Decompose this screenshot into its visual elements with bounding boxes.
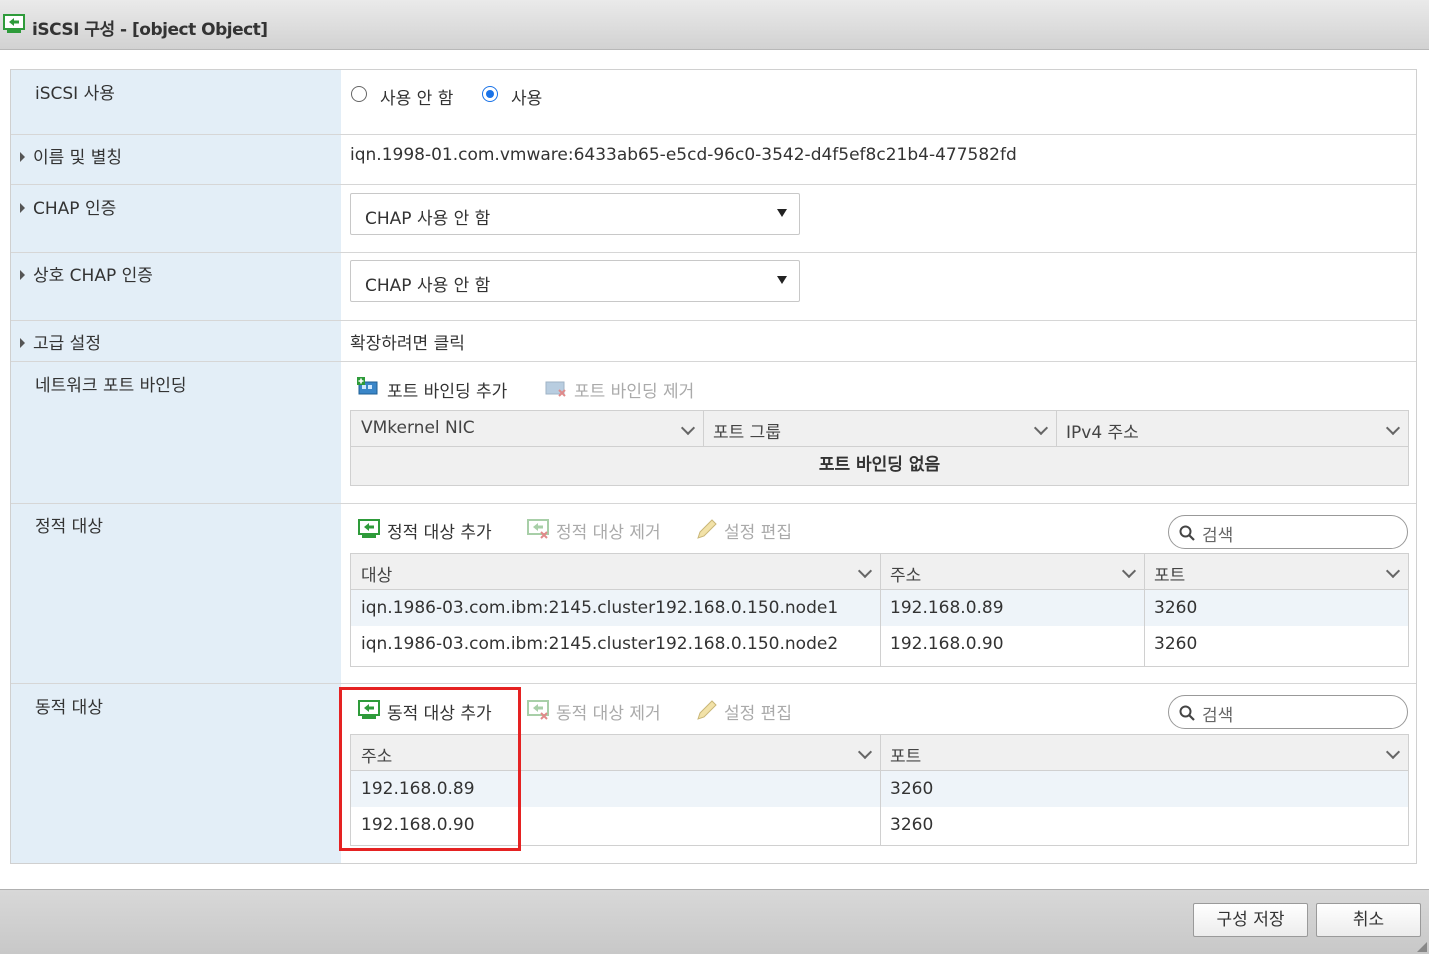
highlight-box xyxy=(339,687,521,851)
remove-static-target-label: 정적 대상 제거 xyxy=(556,523,661,543)
resize-grip-icon[interactable] xyxy=(1417,942,1427,952)
add-static-target-icon xyxy=(358,519,380,538)
sort-chevron-icon xyxy=(1385,420,1401,436)
static-search-placeholder: 검색 xyxy=(1202,526,1234,546)
dialog-footer: 구성 저장 취소 xyxy=(0,889,1429,954)
sort-chevron-icon xyxy=(1385,563,1401,579)
remove-port-binding-label: 포트 바인딩 제거 xyxy=(574,382,695,402)
row-divider xyxy=(11,320,1416,321)
row-divider xyxy=(11,361,1416,362)
sort-chevron-icon xyxy=(857,563,873,579)
column-header-ipv4[interactable]: IPv4 주소 xyxy=(1056,411,1408,446)
edit-static-settings-label: 설정 편집 xyxy=(724,523,792,543)
static-targets-table: 대상 주소 포트 iqn.1986-03.com.ibm:2145.cluste… xyxy=(350,553,1409,667)
row-divider xyxy=(11,252,1416,253)
sort-chevron-icon xyxy=(1121,563,1137,579)
save-config-button[interactable]: 구성 저장 xyxy=(1193,903,1308,937)
add-static-target-label: 정적 대상 추가 xyxy=(387,523,492,543)
column-divider xyxy=(1144,554,1145,666)
search-icon xyxy=(1179,525,1195,541)
column-divider xyxy=(703,411,704,447)
expand-caret-icon xyxy=(20,270,25,280)
column-header-vmkernel[interactable]: VMkernel NIC xyxy=(351,411,703,446)
pencil-icon xyxy=(697,519,717,539)
sort-chevron-icon xyxy=(680,420,696,436)
row-divider xyxy=(11,134,1416,135)
column-divider xyxy=(1056,411,1057,447)
column-divider xyxy=(880,735,881,845)
expand-caret-icon xyxy=(20,203,25,213)
advanced-settings-toggle[interactable]: 고급 설정 xyxy=(20,329,101,354)
mutual-chap-toggle[interactable]: 상호 CHAP 인증 xyxy=(20,261,153,286)
label-column xyxy=(11,70,341,863)
mutual-chap-selected: CHAP 사용 안 함 xyxy=(365,276,491,296)
sort-chevron-icon xyxy=(1033,420,1049,436)
iqn-name-value: iqn.1998-01.com.vmware:6433ab65-e5cd-96c… xyxy=(350,145,1017,165)
dynamic-search-placeholder: 검색 xyxy=(1202,706,1234,726)
row-divider xyxy=(11,503,1416,504)
mutual-chap-select[interactable]: CHAP 사용 안 함 xyxy=(350,260,800,302)
expand-caret-icon xyxy=(20,152,25,162)
column-header-port[interactable]: 포트 xyxy=(880,735,1408,770)
column-header-address[interactable]: 주소 xyxy=(880,554,1144,589)
static-targets-label: 정적 대상 xyxy=(35,517,103,537)
sort-chevron-icon xyxy=(1385,744,1401,760)
sort-chevron-icon xyxy=(857,744,873,760)
static-search-input[interactable]: 검색 xyxy=(1168,515,1408,549)
name-alias-toggle[interactable]: 이름 및 별칭 xyxy=(20,143,122,168)
pencil-icon xyxy=(697,700,717,720)
port-binding-empty: 포트 바인딩 없음 xyxy=(351,447,1408,485)
port-binding-label: 네트워크 포트 바인딩 xyxy=(35,376,187,396)
remove-static-target-icon xyxy=(527,519,549,539)
add-port-binding-label: 포트 바인딩 추가 xyxy=(387,382,508,402)
window-title: iSCSI 구성 - [object Object] xyxy=(32,20,268,40)
iscsi-enable-radio[interactable] xyxy=(482,86,498,102)
remove-dynamic-target-icon xyxy=(527,700,549,720)
iscsi-enable-option-label[interactable]: 사용 xyxy=(511,84,542,109)
title-bar: iSCSI 구성 - [object Object] xyxy=(0,0,1429,50)
advanced-expand-link[interactable]: 확장하려면 클릭 xyxy=(350,329,465,354)
search-icon xyxy=(1179,705,1195,721)
row-divider xyxy=(11,683,1416,684)
iscsi-disable-label[interactable]: 사용 안 함 xyxy=(380,84,453,109)
dropdown-arrow-icon xyxy=(777,276,787,284)
dynamic-targets-label: 동적 대상 xyxy=(35,698,103,718)
port-binding-table: VMkernel NIC 포트 그룹 IPv4 주소 포트 바인딩 없음 xyxy=(350,410,1409,486)
column-divider xyxy=(880,554,881,666)
chap-auth-toggle[interactable]: CHAP 인증 xyxy=(20,194,116,219)
expand-caret-icon xyxy=(20,338,25,348)
iscsi-disable-radio[interactable] xyxy=(351,86,367,102)
chap-auth-label: CHAP 인증 xyxy=(33,199,117,219)
port-binding-header: VMkernel NIC 포트 그룹 IPv4 주소 xyxy=(351,411,1408,447)
iscsi-icon xyxy=(3,14,25,33)
remove-dynamic-target-label: 동적 대상 제거 xyxy=(556,704,661,724)
iscsi-enable-label: iSCSI 사용 xyxy=(35,84,115,104)
row-divider xyxy=(11,184,1416,185)
name-alias-label: 이름 및 별칭 xyxy=(33,148,123,168)
add-port-binding-icon xyxy=(357,377,378,395)
chap-auth-selected: CHAP 사용 안 함 xyxy=(365,209,491,229)
edit-dynamic-settings-label: 설정 편집 xyxy=(724,704,792,724)
mutual-chap-label: 상호 CHAP 인증 xyxy=(33,266,153,286)
iscsi-config-form: iSCSI 사용 사용 안 함 사용 이름 및 별칭 iqn.1998-01.c… xyxy=(10,69,1417,864)
dropdown-arrow-icon xyxy=(777,209,787,217)
chap-auth-select[interactable]: CHAP 사용 안 함 xyxy=(350,193,800,235)
column-header-port[interactable]: 포트 xyxy=(1144,554,1408,589)
advanced-settings-label: 고급 설정 xyxy=(33,334,101,354)
dynamic-search-input[interactable]: 검색 xyxy=(1168,695,1408,729)
cancel-button[interactable]: 취소 xyxy=(1316,903,1421,937)
column-header-target[interactable]: 대상 xyxy=(351,554,880,589)
remove-port-binding-icon xyxy=(545,381,566,397)
column-header-port-group[interactable]: 포트 그룹 xyxy=(703,411,1056,446)
